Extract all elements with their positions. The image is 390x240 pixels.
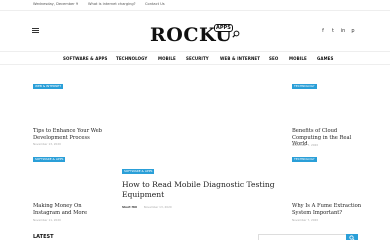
nav-item-web-internet[interactable]: WEB & INTERNET (220, 56, 260, 61)
current-date: Wednesday, December 9 (33, 2, 79, 6)
card-title-web-development[interactable]: Tips to Enhance Your Web Development Pro… (33, 128, 113, 141)
menu-icon[interactable] (32, 28, 39, 33)
nav-item-security[interactable]: SECURITY (186, 56, 209, 61)
search-icon (349, 235, 355, 240)
card-title-fume-extraction[interactable]: Why Is A Fume Extraction System Importan… (292, 203, 362, 216)
card-date: November 7, 2020 (292, 143, 319, 147)
card-date: November 11, 2020 (33, 218, 61, 222)
nav-item-mobile-2[interactable]: MOBILE (289, 56, 307, 61)
section-heading-label: LATEST (33, 234, 54, 240)
feature-date: November 13, 2020 (143, 205, 172, 209)
linkedin-icon[interactable]: in (340, 28, 346, 34)
site-logo[interactable]: ROCKU APPS (150, 22, 242, 48)
nav-item-mobile[interactable]: MOBILE (158, 56, 176, 61)
feature-title[interactable]: How to Read Mobile Diagnostic Testing Eq… (122, 180, 282, 200)
top-bar: Wednesday, December 9 What is internet c… (0, 0, 390, 11)
site-header: ROCKU APPS f t in p (0, 11, 390, 47)
magnifier-logo-icon (232, 30, 240, 38)
card-tag-technology[interactable]: TECHNOLOGY (292, 84, 317, 89)
card-tag-software-apps[interactable]: SOFTWARE & APPS (33, 157, 66, 162)
card-tag-web-internet[interactable]: WEB & INTERNET (33, 84, 64, 89)
feature-meta: Short Hill November 13, 2020 (122, 205, 172, 209)
card-date: November 7, 2020 (292, 218, 319, 222)
search-input[interactable] (258, 234, 358, 240)
facebook-icon[interactable]: f (320, 28, 326, 34)
twitter-icon[interactable]: t (330, 28, 336, 34)
card-tag-technology[interactable]: TECHNOLOGY (292, 157, 317, 162)
nav-item-software-apps[interactable]: SOFTWARE & APPS (63, 56, 108, 61)
feature-tag-software-apps[interactable]: SOFTWARE & APPS (122, 169, 155, 174)
nav-item-games[interactable]: GAMES (317, 56, 333, 61)
top-link-contact-us[interactable]: Contact Us (145, 2, 165, 6)
search-button[interactable] (346, 234, 358, 240)
pinterest-icon[interactable]: p (350, 28, 356, 34)
nav-item-technology[interactable]: TECHNOLOGY (116, 56, 147, 61)
section-heading: LATEST (33, 233, 59, 240)
nav-item-seo[interactable]: SEO (269, 56, 278, 61)
feature-author[interactable]: Short Hill (122, 205, 137, 209)
logo-badge: APPS (214, 24, 233, 32)
main-nav: SOFTWARE & APPS TECHNOLOGY MOBILE SECURI… (0, 51, 390, 65)
top-link-internet-charging[interactable]: What is internet charging? (88, 2, 136, 6)
card-title-instagram[interactable]: Making Money On Instagram and More (33, 203, 103, 216)
card-date: November 13, 2020 (33, 142, 61, 146)
